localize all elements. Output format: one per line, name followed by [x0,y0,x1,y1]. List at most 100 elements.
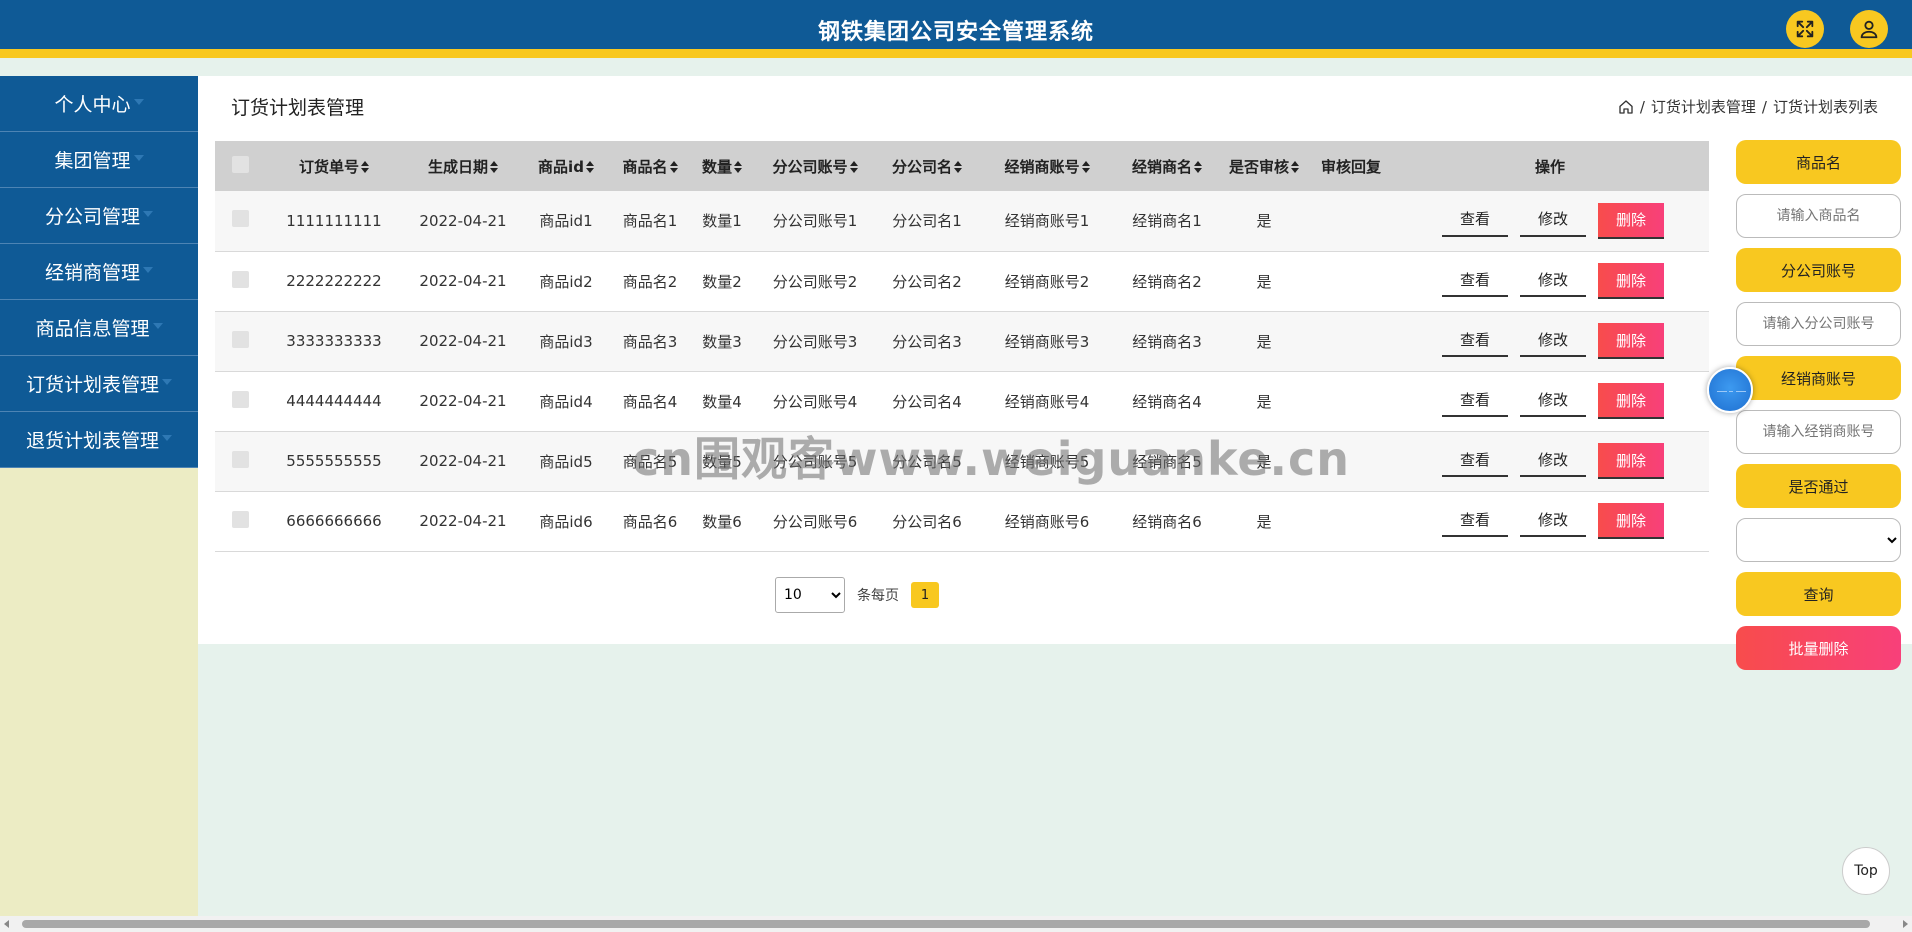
approved-label: 是否通过 [1736,464,1901,508]
view-button[interactable]: 查看 [1442,263,1508,297]
table-cell: 数量5 [702,452,742,471]
sort-icon[interactable] [585,161,594,173]
page-size-select[interactable]: 10 [775,577,845,613]
row-checkbox[interactable] [231,510,249,528]
breadcrumb-level1[interactable]: 订货计划表管理 [1651,96,1756,117]
table-cell: 商品名3 [622,332,678,351]
user-button[interactable] [1850,10,1888,48]
delete-button[interactable]: 删除 [1598,503,1664,539]
row-checkbox[interactable] [231,330,249,348]
scrollbar-thumb[interactable] [22,920,1870,928]
approved-select[interactable] [1736,518,1901,562]
view-button[interactable]: 查看 [1442,383,1508,417]
view-button[interactable]: 查看 [1442,323,1508,357]
sort-icon[interactable] [954,161,962,173]
edit-button[interactable]: 修改 [1520,323,1586,357]
caret-down-icon [162,434,172,441]
view-button[interactable]: 查看 [1442,503,1508,537]
app-title: 钢铁集团公司安全管理系统 [817,20,1094,45]
sort-icon[interactable] [734,161,742,173]
batch-delete-button[interactable]: 批量删除 [1736,626,1901,670]
edit-button[interactable]: 修改 [1520,203,1586,237]
table-cell: 4444444444 [286,392,382,410]
table-cell: 2022-04-21 [419,272,507,290]
column-header[interactable]: 商品名 [609,141,691,191]
column-header[interactable]: 数量 [691,141,753,191]
sidebar-item-group[interactable]: 集团管理 [0,132,198,188]
scroll-left-icon[interactable] [4,920,9,928]
column-header[interactable]: 经销商账号 [977,141,1117,191]
delete-button[interactable]: 删除 [1598,383,1664,419]
column-header[interactable]: 经销商名 [1117,141,1217,191]
table-cell: 2022-04-21 [419,512,507,530]
sidebar-item-order-plan[interactable]: 订货计划表管理 [0,356,198,412]
row-checkbox[interactable] [231,210,249,228]
sidebar-item-dealer[interactable]: 经销商管理 [0,244,198,300]
delete-button[interactable]: 删除 [1598,263,1664,299]
table-cell [1311,431,1391,491]
caret-down-icon [143,210,153,217]
table-cell: 经销商名4 [1132,392,1202,411]
delete-button[interactable]: 删除 [1598,323,1664,359]
home-icon[interactable] [1618,99,1634,115]
table-cell: 经销商名1 [1132,212,1202,231]
page-number-current[interactable]: 1 [911,582,939,608]
table-cell: 1111111111 [286,211,382,230]
sort-icon[interactable] [490,161,498,173]
column-header[interactable]: 生成日期 [403,141,523,191]
table-cell: 分公司名5 [892,452,962,471]
edit-button[interactable]: 修改 [1520,383,1586,417]
sort-icon[interactable] [1081,161,1090,173]
sort-icon[interactable] [1194,161,1202,173]
table-cell: 数量3 [702,332,742,351]
row-checkbox[interactable] [231,390,249,408]
back-to-top-button[interactable]: Top [1842,847,1890,895]
branch-account-input[interactable] [1736,302,1901,346]
column-header: 审核回复 [1320,157,1381,176]
column-header[interactable]: 是否审核 [1217,141,1311,191]
table-cell: 分公司账号6 [772,512,858,531]
table-cell: 商品名2 [622,272,678,291]
product-name-input[interactable] [1736,194,1901,238]
sidebar-item-product-info[interactable]: 商品信息管理 [0,300,198,356]
order-plan-table: 订货单号 生成日期 商品id 商品名 数量 分公司账号 分公司名 经销商账号 经… [215,141,1709,552]
table-cell: 是 [1256,332,1272,351]
view-button[interactable]: 查看 [1442,203,1508,237]
table-cell: 经销商账号3 [1004,332,1090,351]
select-all-checkbox[interactable] [231,155,249,173]
dealer-account-input[interactable] [1736,410,1901,454]
query-button[interactable]: 查询 [1736,572,1901,616]
column-header[interactable]: 分公司账号 [753,141,877,191]
delete-button[interactable]: 删除 [1598,443,1664,479]
edit-button[interactable]: 修改 [1520,263,1586,297]
sort-icon[interactable] [1291,161,1299,173]
floating-assistant-icon[interactable] [1707,367,1753,413]
column-header[interactable]: 订货单号 [265,141,403,191]
sidebar-item-label: 个人中心 [54,94,131,116]
fullscreen-button[interactable] [1786,10,1824,48]
table-cell: 分公司名3 [892,332,962,351]
view-button[interactable]: 查看 [1442,443,1508,477]
table-cell: 商品id3 [539,332,593,351]
row-select-cell [215,371,265,431]
horizontal-scrollbar[interactable] [0,916,1912,932]
sidebar-item-return-plan[interactable]: 退货计划表管理 [0,412,198,468]
sort-icon[interactable] [669,161,678,173]
table-cell: 6666666666 [286,512,382,530]
sidebar-item-personal-center[interactable]: 个人中心 [0,76,198,132]
page-size-label: 条每页 [857,588,899,604]
sort-icon[interactable] [849,161,858,173]
table-cell: 经销商名5 [1132,452,1202,471]
sort-icon[interactable] [361,161,369,173]
sidebar-item-branch[interactable]: 分公司管理 [0,188,198,244]
breadcrumb-separator: / [1639,97,1645,116]
scroll-right-icon[interactable] [1903,920,1908,928]
column-header[interactable]: 商品id [523,141,609,191]
edit-button[interactable]: 修改 [1520,503,1586,537]
delete-button[interactable]: 删除 [1598,202,1664,239]
edit-button[interactable]: 修改 [1520,443,1586,477]
row-checkbox[interactable] [231,270,249,288]
row-checkbox[interactable] [231,450,249,468]
column-header[interactable]: 分公司名 [877,141,977,191]
actions-cell: 查看 修改 删除 [1391,251,1709,311]
